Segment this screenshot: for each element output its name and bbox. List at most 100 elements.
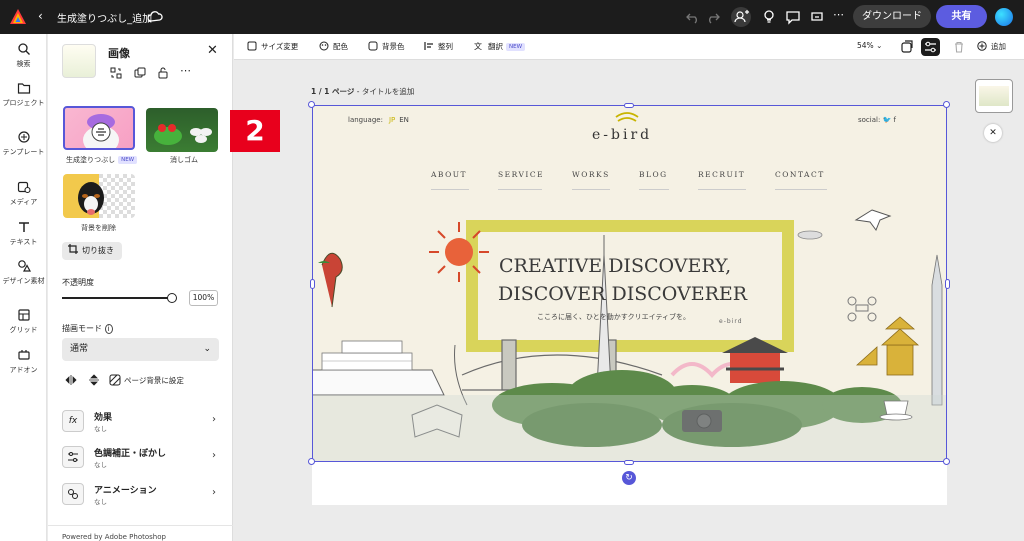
lock-icon[interactable] — [157, 67, 169, 79]
trash-icon[interactable] — [952, 40, 966, 54]
rail-item-media[interactable]: メディア — [0, 180, 47, 207]
top-bar: ‹ 生成塗りつぶし_追加 ⋯ ダウンロード 共有 — [0, 0, 1024, 34]
adjustments-title: 色調補正・ぼかし — [94, 449, 167, 459]
flip-horizontal-icon[interactable] — [65, 374, 77, 386]
arrange-button[interactable]: 整列 — [424, 41, 453, 52]
close-panel-icon[interactable]: ✕ — [207, 43, 218, 58]
resize-handle-left[interactable] — [310, 279, 315, 289]
crop-button[interactable]: 切り抜き — [62, 242, 122, 260]
eraser-label: 消しゴム — [170, 156, 198, 164]
more-icon[interactable]: ⋯ — [833, 8, 849, 24]
generative-fill-label: 生成塗りつぶし NEW — [66, 155, 138, 165]
opacity-slider-handle[interactable] — [167, 293, 177, 303]
frog-image — [154, 124, 212, 145]
animation-row[interactable]: アニメーション なし › — [62, 481, 227, 511]
blend-mode-label: 描画モード i — [62, 323, 113, 334]
opacity-slider-track[interactable] — [62, 297, 172, 299]
download-button[interactable]: ダウンロード — [853, 5, 931, 28]
step-number-badge: 2 — [230, 110, 280, 152]
opacity-label: 不透明度 — [62, 278, 94, 287]
add-person-icon — [734, 10, 749, 23]
adobe-express-logo-icon[interactable] — [9, 8, 27, 26]
addon-icon — [17, 350, 30, 360]
document-title[interactable]: 生成塗りつぶし_追加 — [57, 10, 152, 25]
selected-image-thumbnail — [62, 44, 96, 78]
divider — [48, 525, 233, 526]
flip-vertical-icon[interactable] — [88, 374, 100, 386]
add-page-button[interactable]: 追加 — [977, 41, 1006, 52]
remove-background-tile[interactable] — [63, 174, 135, 218]
resize-handle-right[interactable] — [945, 279, 950, 289]
resize-handle-bottom-left[interactable] — [308, 458, 315, 465]
more-options-icon[interactable]: ⋯ — [180, 64, 192, 77]
svg-text:文: 文 — [474, 41, 482, 51]
info-icon[interactable]: i — [104, 324, 113, 334]
template-icon — [17, 131, 30, 143]
rail-item-templates[interactable]: テンプレート — [0, 130, 47, 157]
page-label[interactable]: 1 / 1 ページ - タイトルを追加 — [311, 86, 414, 97]
hero-headline-line2: DISCOVER DISCOVERER — [498, 283, 748, 305]
crop-icon — [68, 244, 78, 254]
resize-button[interactable]: サイズ変更 — [247, 41, 298, 52]
zoom-level-select[interactable]: 54% ⌄ — [857, 41, 882, 50]
opacity-value-field[interactable]: 100% — [189, 290, 218, 306]
effects-row[interactable]: fx 効果 なし › — [62, 408, 227, 438]
blend-mode-select[interactable]: 通常 ⌄ — [62, 338, 219, 361]
website-mockup-image[interactable]: language: JP EN social: 🐦 f e-bird ABOUT S… — [312, 105, 947, 462]
page-thumbnail-preview — [979, 86, 1009, 106]
rotate-handle-icon[interactable]: ↻ — [622, 471, 636, 485]
layers-icon[interactable] — [900, 40, 914, 54]
page-thumbnail[interactable] — [975, 79, 1013, 113]
hero-subtitle: こころに届く、ひとを動かすクリエイティブを。 — [537, 313, 691, 321]
comment-icon[interactable] — [785, 9, 801, 25]
resize-handle-bottom-right[interactable] — [943, 458, 950, 465]
rail-item-design-assets[interactable]: デザイン素材 — [0, 259, 47, 286]
rail-item-projects[interactable]: プロジェクト — [0, 81, 47, 108]
hero-headline-line1: CREATIVE DISCOVERY, — [499, 255, 732, 277]
powered-by-text: Powered by Adobe Photoshop — [62, 533, 166, 541]
rail-item-search[interactable]: 検索 — [0, 42, 47, 69]
translate-button[interactable]: 文翻訳 NEW — [474, 41, 526, 52]
replace-image-icon[interactable] — [110, 67, 122, 79]
adjust-icon — [62, 446, 84, 468]
close-pages-icon[interactable]: ✕ — [984, 124, 1002, 142]
rail-label: グリッド — [9, 326, 38, 334]
grid-icon — [17, 309, 30, 321]
eraser-tile[interactable] — [146, 108, 218, 152]
lightbulb-icon[interactable] — [761, 9, 777, 25]
color-scheme-button[interactable]: 配色 — [319, 41, 348, 52]
share-button[interactable]: 共有 — [936, 5, 987, 28]
rail-item-text[interactable]: テキスト — [0, 220, 47, 247]
resize-handle-top-left[interactable] — [308, 101, 315, 108]
invite-user-button[interactable] — [731, 7, 751, 27]
resize-icon — [247, 41, 257, 51]
avatar[interactable] — [995, 8, 1013, 26]
cloud-sync-icon[interactable] — [147, 10, 163, 24]
rail-label: 検索 — [16, 60, 31, 68]
generative-tools-button[interactable] — [921, 38, 940, 56]
present-icon[interactable] — [809, 9, 825, 25]
resize-handle-top-right[interactable] — [943, 101, 950, 108]
animation-icon — [62, 483, 84, 505]
redo-icon[interactable] — [705, 9, 721, 25]
resize-handle-bottom[interactable] — [624, 460, 634, 465]
chevron-down-icon: ⌄ — [876, 41, 883, 50]
background-color-button[interactable]: 背景色 — [368, 41, 405, 52]
set-page-background-label[interactable]: ページ背景に設定 — [124, 375, 184, 386]
adjustments-row[interactable]: 色調補正・ぼかし なし › — [62, 444, 227, 474]
rail-item-addons[interactable]: アドオン — [0, 348, 47, 375]
duplicate-icon[interactable] — [134, 67, 146, 79]
rail-item-grid[interactable]: グリッド — [0, 308, 47, 335]
generative-fill-tile[interactable] — [63, 106, 135, 150]
undo-icon[interactable] — [685, 9, 701, 25]
set-background-icon[interactable] — [109, 374, 121, 386]
animation-value: なし — [94, 498, 107, 506]
folder-icon — [17, 83, 30, 94]
chevron-down-icon: ⌄ — [203, 344, 211, 354]
resize-handle-top[interactable] — [624, 103, 634, 108]
back-chevron-icon[interactable]: ‹ — [38, 9, 43, 23]
dog-with-hat-image — [83, 114, 119, 148]
animation-title: アニメーション — [94, 486, 157, 496]
translate-icon: 文 — [474, 41, 482, 51]
image-properties-panel: 画像 ✕ ⋯ 生成塗りつぶし NEW 消しゴム 背景を削除 切り抜き 不透明度 1… — [48, 34, 233, 541]
